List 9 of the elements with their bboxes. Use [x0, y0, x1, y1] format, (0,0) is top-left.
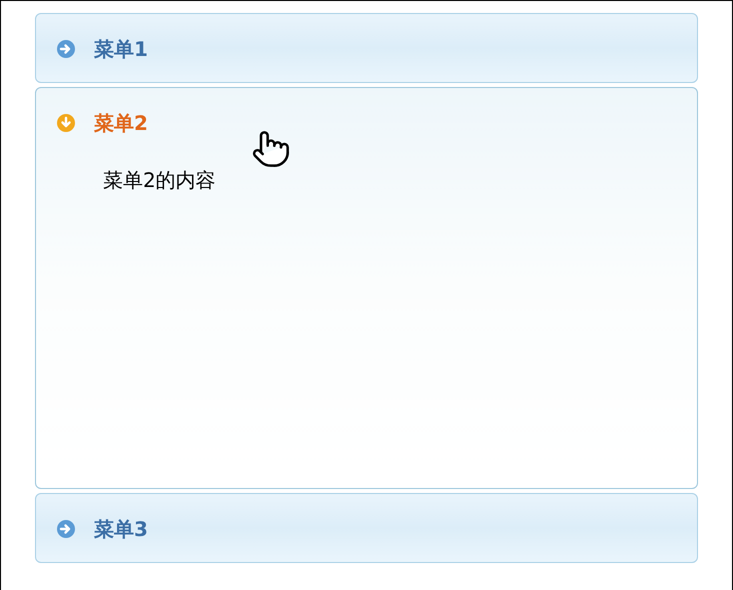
panel-content-text: 菜单2的内容: [103, 168, 216, 192]
menu-title[interactable]: 菜单3: [94, 514, 148, 544]
right-arrow-circle-icon: [56, 518, 76, 538]
accordion-header[interactable]: 菜单1: [35, 13, 698, 83]
down-arrow-circle-icon: [56, 112, 76, 132]
menu-title[interactable]: 菜单2: [94, 108, 148, 138]
right-arrow-circle-icon: [56, 38, 76, 58]
accordion-header[interactable]: 菜单3: [35, 493, 698, 563]
menu-title[interactable]: 菜单1: [94, 34, 148, 64]
